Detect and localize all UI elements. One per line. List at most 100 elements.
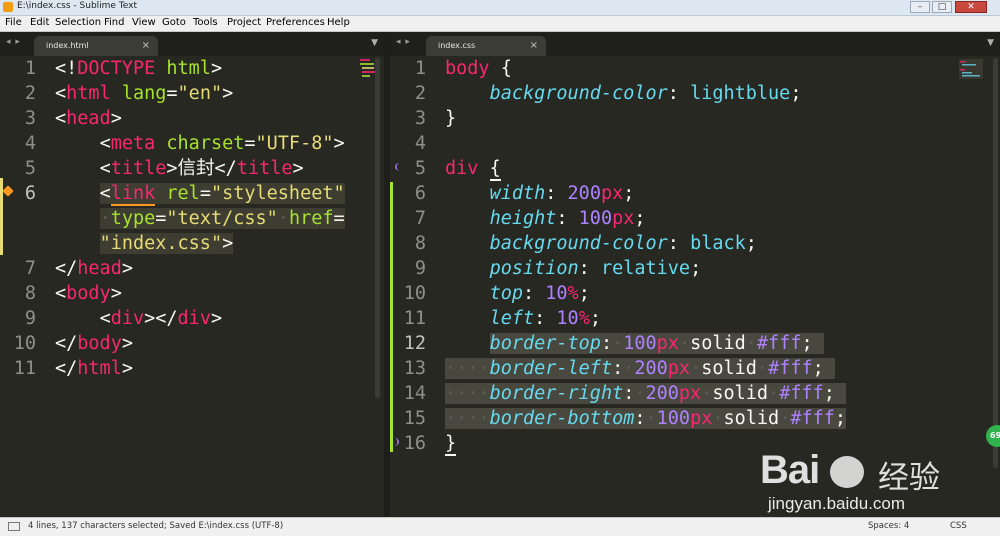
watermark-logo-text: Bai: [760, 448, 820, 492]
line-content: ·type="text/css"·href=: [99, 208, 345, 229]
line-content: background-color: lightblue;: [489, 83, 802, 104]
line-content: "index.css">: [99, 233, 234, 254]
line-number: 1: [414, 58, 426, 79]
line-content: background-color: black;: [489, 233, 757, 254]
menu-goto[interactable]: Goto: [162, 17, 186, 28]
code-area-html[interactable]: 1 <!DOCTYPE html> 2 <html lang="en"> 3 <…: [0, 56, 384, 517]
menu-selection[interactable]: Selection: [55, 17, 101, 28]
watermark-url: jingyan.baidu.com: [768, 494, 906, 513]
code-line-selected: 13 ····border-left:·200px·solid·#fff;: [390, 356, 1000, 381]
code-line: 10 </body>: [0, 331, 384, 356]
menu-help[interactable]: Help: [327, 17, 350, 28]
line-number: 8: [414, 233, 426, 254]
line-content: <meta charset="UTF-8">: [99, 133, 345, 154]
code-line: 2 <html lang="en">: [0, 81, 384, 106]
line-content: ····border-right:·200px·solid·#fff;: [445, 381, 847, 406]
menu-tools[interactable]: Tools: [193, 17, 218, 28]
line-number: 13: [403, 358, 426, 379]
line-content: <title>信封</title>: [99, 158, 304, 179]
panel-toggle-icon[interactable]: [8, 522, 20, 531]
line-content: <!DOCTYPE html>: [55, 58, 223, 79]
editor-pane-left: ◂ ▸ index.html × ▼ 1 <!DOCTYPE html> 2 <…: [0, 32, 384, 517]
tab-nav-arrows[interactable]: ◂ ▸: [6, 37, 21, 47]
line-number: 4: [414, 133, 426, 154]
line-number: 3: [414, 108, 426, 129]
menu-file[interactable]: File: [5, 17, 22, 28]
editor-pane-right: ◂ ▸ index.css × ▼ 1 body { 2 background-…: [390, 32, 1000, 517]
sublime-app-icon: [3, 2, 13, 12]
code-line: 2 background-color: lightblue;: [390, 81, 1000, 106]
line-number: 7: [24, 258, 36, 279]
code-line: 3 <head>: [0, 106, 384, 131]
close-button[interactable]: ✕: [955, 1, 987, 13]
code-line: 11 left: 10%;: [390, 306, 1000, 331]
tab-close-icon[interactable]: ×: [142, 40, 150, 51]
line-content: width: 200px;: [489, 183, 635, 204]
tab-nav-arrows[interactable]: ◂ ▸: [396, 37, 411, 47]
maximize-button[interactable]: □: [932, 1, 952, 13]
line-content: }: [445, 108, 457, 129]
line-content: <body>: [55, 283, 122, 304]
menu-preferences[interactable]: Preferences: [266, 17, 325, 28]
code-line: 4 <meta charset="UTF-8">: [0, 131, 384, 156]
line-number: 12: [403, 333, 426, 354]
line-number: 4: [24, 133, 36, 154]
line-content: }: [445, 433, 457, 456]
line-number: 6: [414, 183, 426, 204]
tab-label: index.html: [46, 41, 89, 50]
pane-menu-icon[interactable]: ▼: [371, 38, 378, 48]
line-number: 16: [403, 433, 426, 454]
code-line: 4: [390, 131, 1000, 156]
minimize-button[interactable]: –: [910, 1, 930, 13]
title-bar: E:\index.css - Sublime Text – □ ✕: [0, 0, 1000, 16]
line-number: 8: [24, 283, 36, 304]
line-number: 3: [24, 108, 36, 129]
line-content: top: 10%;: [489, 283, 590, 304]
pane-menu-icon[interactable]: ▼: [987, 38, 994, 48]
line-number: 11: [13, 358, 36, 379]
watermark-logo-cn: 经验: [878, 460, 940, 496]
line-number: 9: [24, 308, 36, 329]
menu-edit[interactable]: Edit: [30, 17, 49, 28]
line-number: 10: [13, 333, 36, 354]
menu-find[interactable]: Find: [104, 17, 125, 28]
window-title: E:\index.css - Sublime Text: [17, 1, 138, 11]
baidu-jingyan-watermark: Bai 经验 jingyan.baidu.com: [760, 448, 970, 514]
indentation-setting[interactable]: Spaces: 4: [868, 521, 909, 531]
menu-bar: File Edit Selection Find View Goto Tools…: [0, 16, 1000, 32]
tab-strip-right: ◂ ▸ index.css × ▼: [390, 32, 1000, 56]
tab-index-html[interactable]: index.html ×: [34, 36, 158, 56]
code-line: 10 top: 10%;: [390, 281, 1000, 306]
line-content: <html lang="en">: [55, 83, 234, 104]
paw-logo-icon: [830, 456, 864, 488]
menu-view[interactable]: View: [132, 17, 156, 28]
line-number: 2: [414, 83, 426, 104]
menu-project[interactable]: Project: [227, 17, 261, 28]
line-number: [0, 231, 36, 256]
code-line-selected: 15 ····border-bottom:·100px·solid·#fff;: [390, 406, 1000, 431]
tab-label: index.css: [438, 41, 476, 50]
code-line-selected: 12 border-top:·100px·solid·#fff;: [390, 331, 1000, 356]
code-line-selected: 14 ····border-right:·200px·solid·#fff;: [390, 381, 1000, 406]
code-line: 9 position: relative;: [390, 256, 1000, 281]
line-content: <head>: [55, 108, 122, 129]
code-line-current: 6 <link rel="stylesheet": [0, 181, 384, 206]
syntax-setting[interactable]: CSS: [950, 521, 967, 531]
code-line: 9 <div></div>: [0, 306, 384, 331]
line-content: </html>: [55, 358, 133, 379]
line-number: [0, 206, 36, 231]
line-content: ····border-bottom:·100px·solid·#fff;: [445, 408, 847, 429]
line-number: 2: [24, 83, 36, 104]
line-content: </head>: [55, 258, 133, 279]
line-content: position: relative;: [489, 258, 702, 279]
line-content: <div></div>: [99, 308, 223, 329]
line-number: 6: [24, 183, 36, 204]
line-number: 5: [414, 158, 426, 179]
line-content: ····border-left:·200px·solid·#fff;: [445, 356, 835, 381]
line-number: 5: [24, 158, 36, 179]
tab-index-css[interactable]: index.css ×: [426, 36, 546, 56]
tab-close-icon[interactable]: ×: [530, 40, 538, 51]
line-content: </body>: [55, 333, 133, 354]
code-line-wrapped: "index.css">: [0, 231, 384, 256]
code-line: 8 background-color: black;: [390, 231, 1000, 256]
